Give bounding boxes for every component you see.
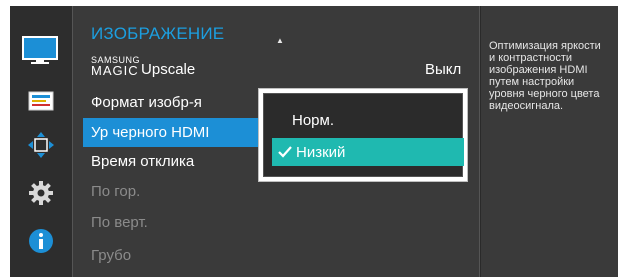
osd-screen: ИЗОБРАЖЕНИЕ ▲ SAMSUNG MAGIC Upscale Выкл…: [0, 0, 618, 277]
position-icon[interactable]: [26, 130, 56, 160]
description-panel: Оптимизация яркости и контрастности изоб…: [481, 6, 618, 277]
samsung-magic-logo: SAMSUNG MAGIC: [91, 55, 141, 78]
menu-item-v-position: По верт.: [91, 214, 148, 231]
menu-item-hdmi-black-level[interactable]: Ур черного HDMI: [83, 118, 261, 147]
scroll-up-arrow-icon[interactable]: ▲: [276, 36, 284, 45]
magic-upscale-label: Upscale: [141, 61, 196, 78]
onscreen-display-icon[interactable]: [26, 86, 56, 116]
menu-item-h-position: По гор.: [91, 183, 141, 200]
menu-item-coarse: Грубо: [91, 247, 132, 264]
menu-title: ИЗОБРАЖЕНИЕ: [91, 24, 225, 43]
dropdown-list: Норм. Низкий: [263, 93, 464, 177]
menu-item-response-time[interactable]: Время отклика: [83, 147, 263, 176]
magic-upscale-item[interactable]: SAMSUNG MAGIC Upscale: [91, 55, 196, 78]
option-low-label: Низкий: [296, 143, 346, 161]
option-normal-label: Норм.: [292, 111, 334, 129]
info-icon[interactable]: [26, 226, 56, 256]
checkmark-icon: [278, 146, 292, 158]
magic-upscale-value: Выкл: [425, 61, 462, 78]
black-level-dropdown: Норм. Низкий: [258, 88, 468, 182]
description-text: Оптимизация яркости и контрастности изоб…: [489, 40, 601, 112]
option-normal[interactable]: Норм.: [272, 106, 464, 134]
picture-icon[interactable]: [22, 36, 58, 66]
settings-gear-icon[interactable]: [26, 178, 56, 208]
sidebar: [10, 6, 72, 277]
option-low[interactable]: Низкий: [272, 138, 464, 166]
menu-item-picture-size[interactable]: Формат изобр-я: [83, 88, 263, 117]
